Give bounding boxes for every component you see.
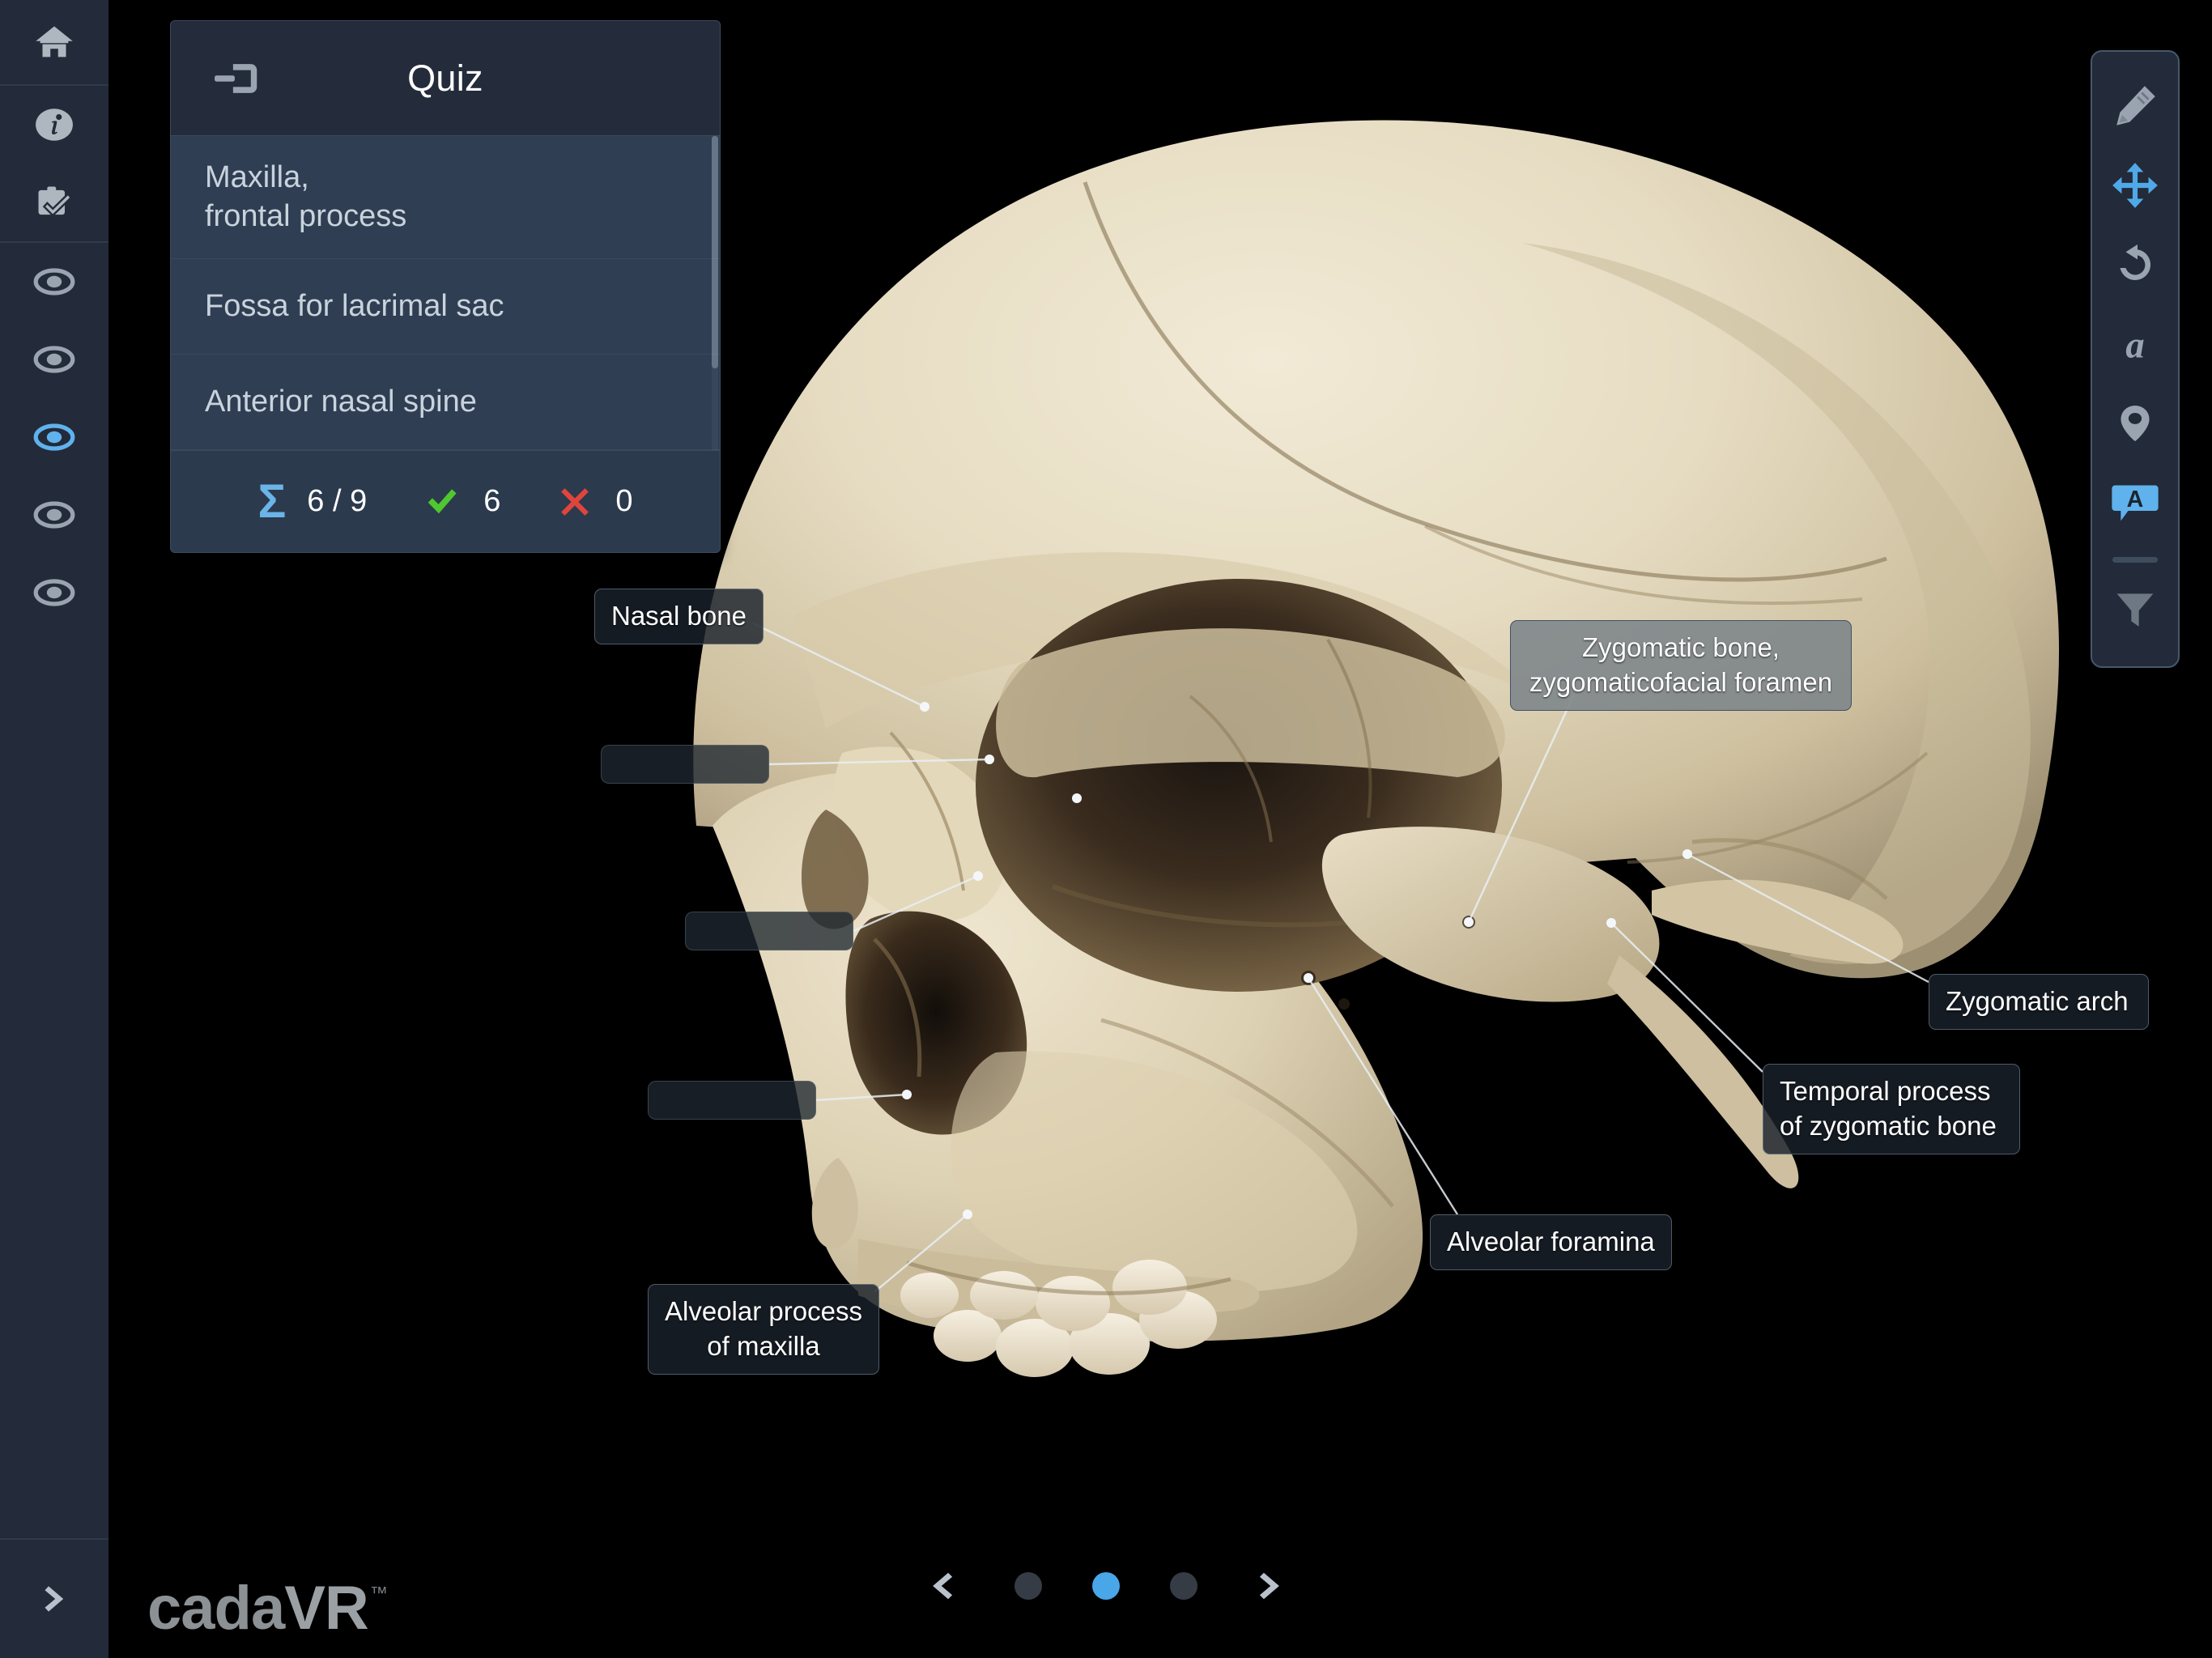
chevron-right-icon — [1259, 1572, 1279, 1600]
anatomy-label-text: Zygomatic bone, zygomaticofacial foramen — [1529, 632, 1833, 697]
label-a-icon: A — [2112, 485, 2159, 521]
quiz-panel: Quiz Maxilla, frontal process Fossa for l… — [170, 20, 721, 553]
cross-icon — [561, 487, 589, 516]
quiz-stats-bar: Σ 6 / 9 6 0 — [171, 450, 720, 552]
anatomy-label-alveolar-process[interactable]: Alveolar process of maxilla — [648, 1284, 879, 1375]
brand-logo: cada VR ™ — [147, 1573, 388, 1643]
quiz-stat-total: Σ 6 / 9 — [257, 478, 367, 525]
eye-icon — [33, 579, 75, 606]
anatomy-label-text: Alveolar foramina — [1447, 1226, 1655, 1256]
eye-icon — [33, 268, 75, 295]
pager-dot[interactable] — [1015, 1572, 1042, 1600]
tool-filter[interactable] — [2096, 569, 2174, 648]
right-toolbar: a A — [2091, 50, 2180, 668]
pager-dot[interactable] — [1092, 1572, 1120, 1600]
anatomy-label-alveolar-foramina[interactable]: Alveolar foramina — [1430, 1214, 1672, 1270]
quiz-option[interactable]: Maxilla, frontal process — [171, 136, 720, 259]
svg-text:a: a — [2125, 324, 2144, 366]
info-icon — [36, 108, 73, 141]
anatomy-blank-blank-1[interactable] — [601, 745, 769, 784]
anatomy-label-zygomatic-bone[interactable]: Zygomatic bone, zygomaticofacial foramen — [1510, 620, 1852, 711]
quiz-stat-wrong: 0 — [555, 484, 633, 520]
svg-text:A: A — [2127, 487, 2144, 512]
tool-move[interactable] — [2096, 146, 2174, 225]
quiz-option-label: Fossa for lacrimal sac — [205, 288, 504, 323]
eye-icon — [33, 501, 75, 529]
italic-a-icon: a — [2125, 324, 2144, 366]
clipboard-check-icon — [38, 186, 73, 217]
quiz-correct-value: 6 — [483, 484, 501, 518]
left-sidebar — [0, 0, 108, 1658]
tool-pin[interactable] — [2096, 384, 2174, 463]
pager-next-button[interactable] — [1248, 1561, 1291, 1611]
rail-group-info — [0, 86, 108, 241]
rail-spacer — [0, 631, 108, 1538]
sidebar-item-view-3[interactable] — [0, 398, 108, 476]
pager-dot-group — [1015, 1572, 1197, 1600]
anatomy-label-text: Zygomatic arch — [1946, 986, 2129, 1016]
rail-group-primary — [0, 0, 108, 84]
quiz-wrong-value: 0 — [615, 484, 633, 518]
anatomy-label-nasal-bone[interactable]: Nasal bone — [594, 589, 764, 644]
tool-reset-rotation[interactable] — [2096, 225, 2174, 304]
check-icon — [428, 488, 457, 513]
tool-draw[interactable] — [2096, 66, 2174, 146]
pencil-icon — [2116, 86, 2155, 125]
eye-icon — [33, 346, 75, 373]
rotate-ccw-icon — [2120, 244, 2151, 280]
quiz-scrollbar-thumb[interactable] — [712, 136, 718, 369]
anatomy-blank-blank-3[interactable] — [648, 1081, 816, 1120]
quiz-option-label: Maxilla, frontal process — [205, 160, 407, 233]
quiz-back-button[interactable] — [211, 57, 262, 100]
sidebar-item-quiz[interactable] — [0, 164, 108, 241]
tool-italic-text[interactable]: a — [2096, 304, 2174, 384]
app-root: Nasal bone Zygomatic bone, zygomaticofaci… — [0, 0, 2212, 1658]
exit-arrow-icon — [215, 63, 257, 93]
pager-prev-button[interactable] — [921, 1561, 964, 1611]
pager-dot[interactable] — [1170, 1572, 1197, 1600]
chevron-left-icon — [933, 1572, 953, 1600]
quiz-scrollbar[interactable] — [712, 136, 718, 450]
tool-labels[interactable]: A — [2096, 463, 2174, 542]
sidebar-item-view-1[interactable] — [0, 243, 108, 321]
rail-group-views — [0, 243, 108, 631]
eye-icon — [33, 423, 75, 451]
quiz-option[interactable]: Anterior nasal spine — [171, 355, 720, 450]
sigma-icon: Σ — [257, 474, 287, 528]
anatomy-label-text: Temporal process of zygomatic bone — [1780, 1076, 1997, 1141]
logo-trademark: ™ — [369, 1583, 388, 1603]
anatomy-label-text: Nasal bone — [611, 601, 747, 631]
anatomy-label-text: Alveolar process of maxilla — [665, 1296, 862, 1361]
anatomy-label-zygomatic-arch[interactable]: Zygomatic arch — [1929, 974, 2149, 1030]
quiz-stat-correct: 6 — [422, 484, 500, 520]
toolbar-divider — [2112, 557, 2158, 563]
sidebar-item-info[interactable] — [0, 86, 108, 164]
quiz-option-list: Maxilla, frontal process Fossa for lacrim… — [171, 136, 720, 450]
sidebar-item-view-5[interactable] — [0, 554, 108, 631]
anatomy-blank-blank-2[interactable] — [685, 912, 853, 950]
move-icon — [2112, 163, 2158, 208]
logo-main: cada — [147, 1574, 285, 1643]
sidebar-item-view-2[interactable] — [0, 321, 108, 398]
home-icon — [36, 26, 73, 57]
quiz-total-value: 6 / 9 — [307, 484, 368, 518]
sidebar-item-view-4[interactable] — [0, 476, 108, 554]
anatomy-label-temporal-process[interactable]: Temporal process of zygomatic bone — [1763, 1064, 2020, 1154]
funnel-icon — [2116, 593, 2154, 627]
logo-accent: VR — [284, 1574, 369, 1643]
quiz-header: Quiz — [171, 21, 720, 136]
sidebar-item-home[interactable] — [0, 0, 108, 84]
quiz-option-label: Anterior nasal spine — [205, 384, 477, 419]
quiz-option[interactable]: Fossa for lacrimal sac — [171, 259, 720, 355]
map-pin-icon — [2121, 405, 2150, 442]
